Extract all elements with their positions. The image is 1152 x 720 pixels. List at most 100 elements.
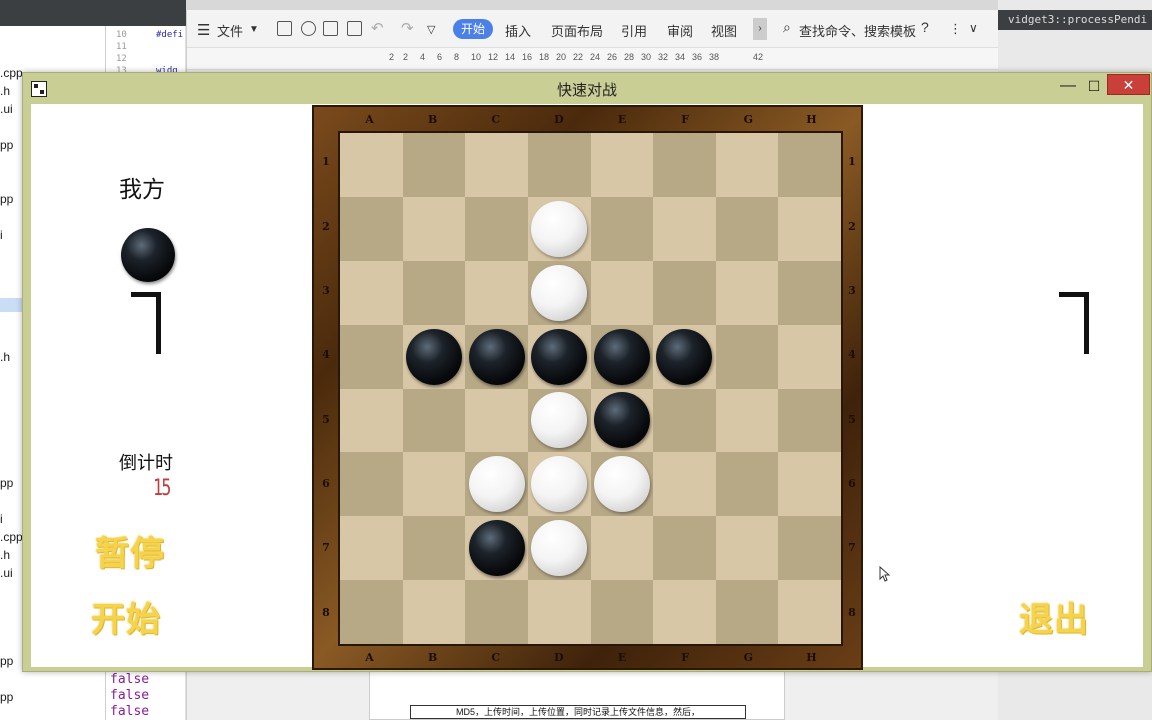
board-cell[interactable]: [590, 196, 654, 261]
board-cell[interactable]: [465, 324, 528, 389]
file-tree-item[interactable]: .h: [0, 548, 10, 562]
help-icon[interactable]: ?: [921, 19, 929, 35]
close-button[interactable]: ✕: [1107, 74, 1150, 95]
board-cell[interactable]: [778, 388, 841, 453]
board-cell[interactable]: [527, 133, 591, 197]
board-cell[interactable]: [402, 260, 466, 325]
board-cell[interactable]: [778, 452, 841, 517]
game-board[interactable]: [338, 131, 843, 646]
chevron-down-icon[interactable]: ▼: [249, 24, 259, 35]
board-cell[interactable]: [340, 516, 403, 581]
window-titlebar[interactable]: 快速对战 — ☐ ✕: [23, 73, 1151, 103]
file-tree-item[interactable]: pp: [0, 690, 13, 704]
board-cell[interactable]: [340, 388, 403, 453]
tab-review[interactable]: 审阅: [667, 21, 693, 40]
board-cell[interactable]: [402, 452, 466, 517]
board-cell[interactable]: [527, 260, 591, 325]
board-cell[interactable]: [715, 580, 779, 644]
board-cell[interactable]: [590, 260, 654, 325]
board-cell[interactable]: [653, 580, 716, 644]
tab-insert[interactable]: 插入: [505, 21, 531, 40]
file-tree-item[interactable]: pp: [0, 192, 13, 206]
board-cell[interactable]: [340, 260, 403, 325]
board-cell[interactable]: [715, 324, 779, 389]
file-tree-item[interactable]: i: [0, 512, 3, 526]
file-tree-item[interactable]: .cpp: [0, 66, 23, 80]
board-cell[interactable]: [340, 324, 403, 389]
board-cell[interactable]: [590, 516, 654, 581]
board-cell[interactable]: [590, 388, 654, 453]
board-cell[interactable]: [590, 580, 654, 644]
board-cell[interactable]: [402, 324, 466, 389]
board-cell[interactable]: [590, 324, 654, 389]
save-icon[interactable]: [277, 21, 292, 36]
board-cell[interactable]: [340, 452, 403, 517]
more-tabs-icon[interactable]: ›: [753, 18, 767, 40]
board-cell[interactable]: [778, 196, 841, 261]
board-cell[interactable]: [715, 388, 779, 453]
board-cell[interactable]: [778, 516, 841, 581]
customize-icon[interactable]: ▽: [427, 23, 435, 36]
board-cell[interactable]: [340, 196, 403, 261]
tab-view[interactable]: 视图: [711, 21, 737, 40]
board-cell[interactable]: [653, 196, 716, 261]
board-cell[interactable]: [715, 260, 779, 325]
board-cell[interactable]: [465, 196, 528, 261]
board-cell[interactable]: [590, 133, 654, 197]
board-cell[interactable]: [402, 388, 466, 453]
board-cell[interactable]: [527, 324, 591, 389]
board-cell[interactable]: [778, 580, 841, 644]
search-icon[interactable]: ⌕: [783, 19, 791, 36]
collapse-ribbon-icon[interactable]: ∨: [969, 21, 978, 35]
board-cell[interactable]: [653, 260, 716, 325]
pause-button[interactable]: 暂停: [95, 526, 165, 575]
file-tree-item[interactable]: [0, 298, 22, 312]
file-tree-item[interactable]: .h: [0, 350, 10, 364]
maximize-button[interactable]: ☐: [1081, 75, 1107, 97]
board-cell[interactable]: [715, 516, 779, 581]
board-cell[interactable]: [527, 196, 591, 261]
board-cell[interactable]: [778, 324, 841, 389]
board-cell[interactable]: [340, 133, 403, 197]
board-cell[interactable]: [465, 388, 528, 453]
board-cell[interactable]: [653, 324, 716, 389]
horizontal-ruler[interactable]: 2 2 4 6 8 10 12 14 16 18 20 22 24 26 28 30 32 34 36 38 42: [187, 48, 999, 70]
file-tree-item[interactable]: .cpp: [0, 530, 23, 544]
format-painter-icon[interactable]: [301, 21, 316, 36]
document-text[interactable]: MD5，上传时间，上传位置，同时记录上传文件信息，然后，: [410, 705, 746, 719]
board-cell[interactable]: [715, 196, 779, 261]
board-cell[interactable]: [653, 516, 716, 581]
board-cell[interactable]: [527, 516, 591, 581]
tab-start[interactable]: 开始: [453, 19, 493, 39]
board-cell[interactable]: [527, 580, 591, 644]
file-tree-item[interactable]: .ui: [0, 102, 13, 116]
board-cell[interactable]: [653, 388, 716, 453]
board-cell[interactable]: [778, 133, 841, 197]
file-tree-item[interactable]: .h: [0, 84, 10, 98]
tab-layout[interactable]: 页面布局: [551, 21, 603, 40]
board-cell[interactable]: [715, 452, 779, 517]
file-tree-item[interactable]: pp: [0, 654, 13, 668]
file-tree-item[interactable]: .ui: [0, 566, 13, 580]
command-search[interactable]: 查找命令、搜索模板: [799, 21, 916, 40]
more-icon[interactable]: ⋮: [949, 21, 962, 37]
board-cell[interactable]: [465, 516, 528, 581]
minimize-button[interactable]: —: [1055, 75, 1081, 97]
board-cell[interactable]: [465, 452, 528, 517]
redo-icon[interactable]: ↷: [401, 19, 414, 37]
board-cell[interactable]: [402, 196, 466, 261]
document-page[interactable]: MD5，上传时间，上传位置，同时记录上传文件信息，然后，: [369, 670, 785, 720]
board-cell[interactable]: [527, 388, 591, 453]
board-cell[interactable]: [465, 580, 528, 644]
undo-icon[interactable]: ↶: [371, 19, 384, 37]
file-tree-item[interactable]: pp: [0, 138, 13, 152]
menu-file[interactable]: 文件: [217, 21, 243, 40]
board-cell[interactable]: [340, 580, 403, 644]
menu-icon[interactable]: ☰: [197, 21, 210, 39]
print-preview-icon[interactable]: [347, 21, 362, 36]
board-cell[interactable]: [527, 452, 591, 517]
board-cell[interactable]: [778, 260, 841, 325]
board-cell[interactable]: [590, 452, 654, 517]
exit-button[interactable]: 退出: [1019, 592, 1089, 641]
board-cell[interactable]: [402, 133, 466, 197]
